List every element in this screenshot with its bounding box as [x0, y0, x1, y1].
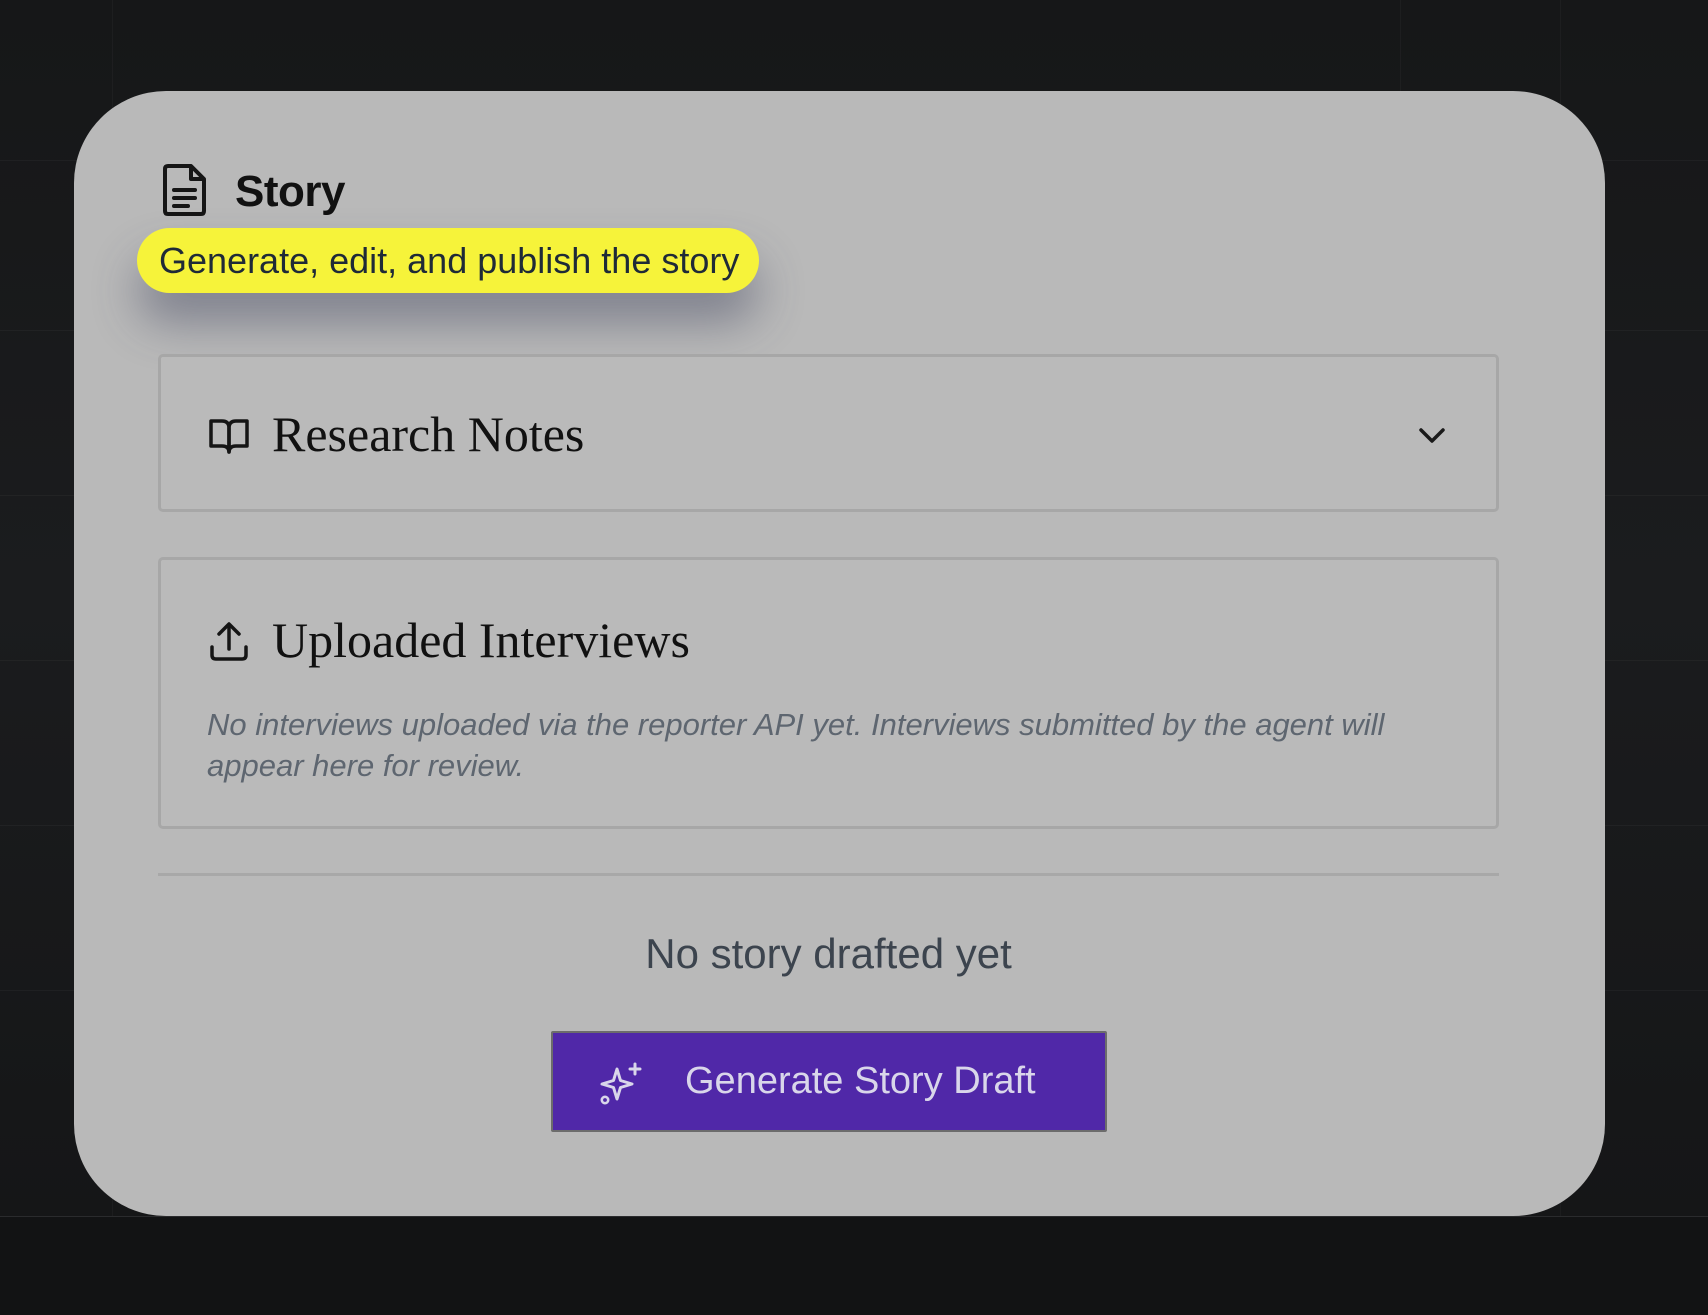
open-book-icon	[209, 419, 249, 454]
bottom-bar	[0, 1216, 1708, 1315]
page-title: Story	[235, 167, 345, 216]
research-notes-title: Research Notes	[272, 406, 585, 462]
uploaded-interviews-title: Uploaded Interviews	[272, 612, 690, 668]
sparkles-icon	[600, 1062, 642, 1105]
generate-story-draft-label: Generate Story Draft	[685, 1060, 1036, 1102]
uploaded-interviews-panel: Uploaded Interviews No interviews upload…	[158, 557, 1499, 829]
generate-story-draft-button[interactable]: Generate Story Draft	[551, 1031, 1107, 1132]
chevron-down-icon[interactable]	[1414, 417, 1450, 453]
upload-icon	[210, 622, 248, 661]
research-notes-panel[interactable]: Research Notes	[158, 354, 1499, 512]
document-icon	[163, 164, 206, 216]
interviews-empty-message: No interviews uploaded via the reporter …	[207, 707, 1385, 783]
story-empty-message: No story drafted yet	[645, 930, 1012, 977]
page-subtitle: Generate, edit, and publish the story	[137, 228, 760, 293]
section-divider	[158, 873, 1499, 876]
